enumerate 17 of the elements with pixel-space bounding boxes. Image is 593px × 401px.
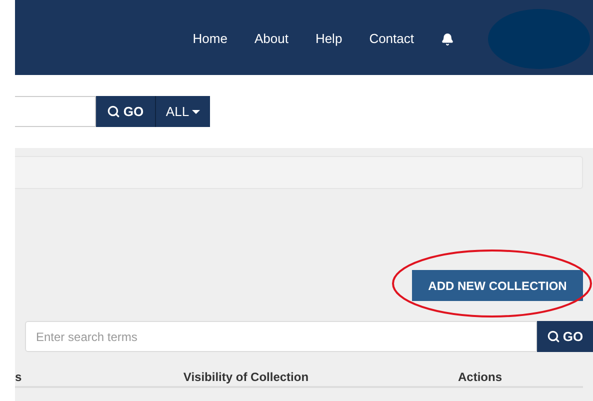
column-header: Visibility of Collection xyxy=(182,369,310,386)
scope-dropdown[interactable]: ALL xyxy=(155,96,210,127)
add-collection-button[interactable]: ADD NEW COLLECTION xyxy=(412,270,583,301)
go-button[interactable]: GO xyxy=(537,321,593,352)
go-button[interactable]: GO xyxy=(96,96,155,127)
search-field[interactable]: Enter search terms xyxy=(25,321,537,352)
column-header: s xyxy=(15,369,23,386)
search-icon xyxy=(546,330,560,343)
nav-link[interactable]: About xyxy=(254,29,288,49)
nav-link[interactable]: Help xyxy=(315,29,342,49)
nav-link[interactable]: Contact xyxy=(369,29,414,49)
column-header: Actions xyxy=(456,369,503,386)
search-icon xyxy=(107,105,120,118)
search-field[interactable] xyxy=(15,96,96,127)
nav-link[interactable]: Home xyxy=(192,29,228,49)
bell-icon[interactable] xyxy=(441,32,454,46)
caret-icon xyxy=(192,110,200,114)
